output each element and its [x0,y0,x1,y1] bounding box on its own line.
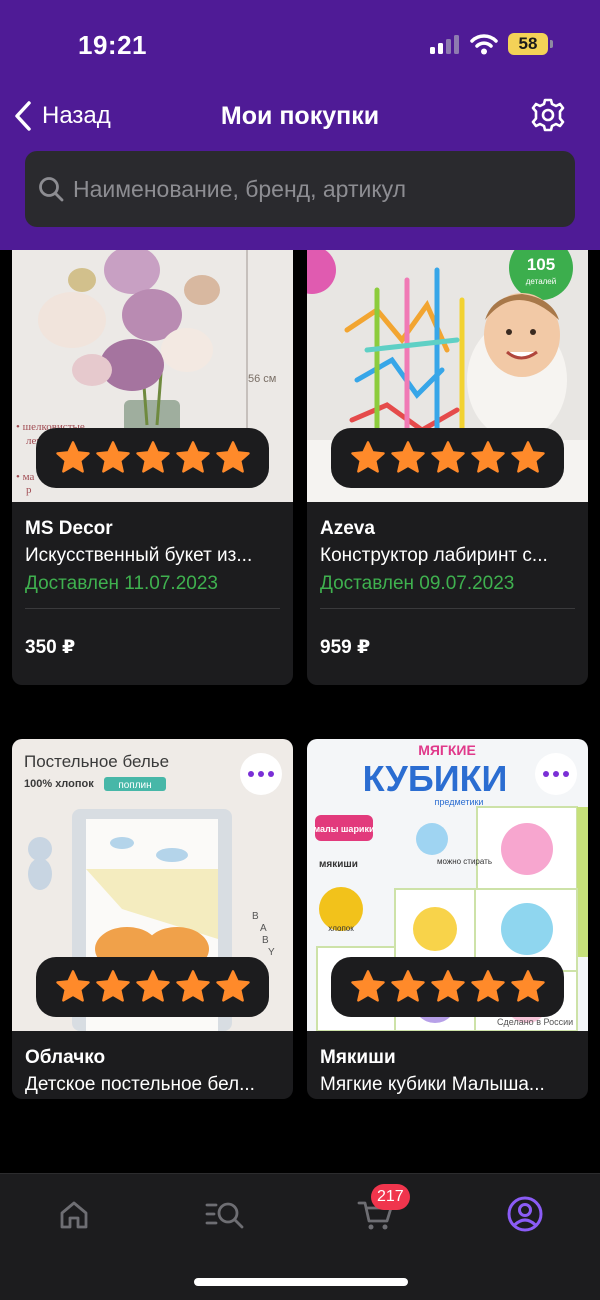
wifi-icon [470,34,498,55]
product-info: MS Decor Искусственный букет из... Доста… [12,502,293,685]
product-card[interactable]: МЯГКИЕ КУБИКИ предметики малы шарики мяк… [307,739,588,1099]
product-name: Детское постельное бел... [25,1074,255,1095]
product-price: 350 ₽ [25,637,76,658]
more-options-button[interactable] [240,753,282,795]
svg-text:Постельное белье: Постельное белье [24,752,169,771]
svg-text:B: B [262,935,269,946]
svg-text:можно стирать: можно стирать [437,857,492,866]
more-options-button[interactable] [535,753,577,795]
product-card[interactable]: 105 деталей Azeva Конструктор лабиринт с… [307,250,588,685]
star-icon[interactable] [55,969,91,1005]
product-image: 56 см • шелковистые лепестки • ма р [12,250,293,502]
search-bar[interactable] [25,151,575,227]
status-bar: 19:21 58 [0,0,600,90]
product-info: Мякиши Мягкие кубики Малыша... [307,1031,588,1099]
svg-text:• ма: • ма [16,471,34,483]
product-info: Облачко Детское постельное бел... [12,1031,293,1099]
rating-stars[interactable] [36,428,269,488]
star-icon[interactable] [175,440,211,476]
star-icon[interactable] [95,969,131,1005]
star-icon[interactable] [135,969,171,1005]
star-icon[interactable] [470,440,506,476]
star-icon[interactable] [95,440,131,476]
product-brand: MS Decor [25,518,113,539]
star-icon[interactable] [430,440,466,476]
svg-text:поплин: поплин [118,780,151,791]
product-card[interactable]: Постельное белье 100% хлопок поплин mont… [12,739,293,1099]
product-price: 959 ₽ [320,637,371,658]
svg-text:105: 105 [527,255,555,274]
svg-text:Y: Y [268,947,275,958]
product-brand: Облачко [25,1047,106,1068]
battery-tip [550,40,553,48]
star-icon[interactable] [175,969,211,1005]
svg-text:деталей: деталей [526,277,556,286]
status-time: 19:21 [78,30,147,60]
rating-stars[interactable] [36,957,269,1017]
product-card[interactable]: 56 см • шелковистые лепестки • ма р MS D… [12,250,293,685]
search-input[interactable] [73,175,543,203]
home-icon[interactable] [54,1194,94,1234]
product-name: Конструктор лабиринт с... [320,545,548,566]
star-icon[interactable] [430,969,466,1005]
product-info: Azeva Конструктор лабиринт с... Доставле… [307,502,588,685]
svg-text:100% хлопок: 100% хлопок [24,778,94,790]
star-icon[interactable] [510,440,546,476]
product-image: 105 деталей [307,250,588,502]
svg-text:A: A [260,923,267,934]
catalog-search-icon[interactable] [205,1194,245,1234]
product-image: Постельное белье 100% хлопок поплин mont… [12,739,293,1031]
svg-text:КУБИКИ: КУБИКИ [363,758,508,799]
purchases-grid: 56 см • шелковистые лепестки • ма р MS D… [0,250,600,1175]
svg-text:МЯГКИЕ: МЯГКИЕ [418,742,476,758]
star-icon[interactable] [135,440,171,476]
gear-icon[interactable] [529,96,567,134]
nav-bar: Назад Мои покупки [0,90,600,144]
product-brand: Azeva [320,518,375,539]
cellular-signal-icon [430,35,459,54]
delivery-status: Доставлен 09.07.2023 [320,573,515,594]
star-icon[interactable] [350,969,386,1005]
svg-text:предметики: предметики [435,797,484,807]
star-icon[interactable] [390,969,426,1005]
svg-text:р: р [26,484,32,496]
star-icon[interactable] [215,969,251,1005]
delivery-status: Доставлен 11.07.2023 [25,573,218,594]
rating-stars[interactable] [331,428,564,488]
image-text-size: 56 см [248,373,276,385]
star-icon[interactable] [55,440,91,476]
home-indicator [194,1278,408,1286]
product-name: Искусственный букет из... [25,545,253,566]
product-image: МЯГКИЕ КУБИКИ предметики малы шарики мяк… [307,739,588,1031]
star-icon[interactable] [215,440,251,476]
star-icon[interactable] [470,969,506,1005]
svg-text:Сделано в России: Сделано в России [497,1017,573,1027]
profile-icon[interactable] [505,1194,545,1234]
svg-text:B: B [252,911,259,922]
svg-text:мякиши: мякиши [319,859,358,870]
star-icon[interactable] [390,440,426,476]
product-name: Мягкие кубики Малыша... [320,1074,545,1095]
star-icon[interactable] [350,440,386,476]
battery-indicator: 58 [508,33,548,55]
page-title: Мои покупки [220,102,380,130]
star-icon[interactable] [510,969,546,1005]
rating-stars[interactable] [331,957,564,1017]
svg-text:хлопок: хлопок [328,924,354,933]
cart-badge: 217 [371,1184,410,1210]
header: 19:21 58 Назад Мои покупки [0,0,600,250]
svg-text:малы шарики: малы шарики [313,824,374,834]
search-icon [39,177,64,202]
product-brand: Мякиши [320,1047,396,1068]
